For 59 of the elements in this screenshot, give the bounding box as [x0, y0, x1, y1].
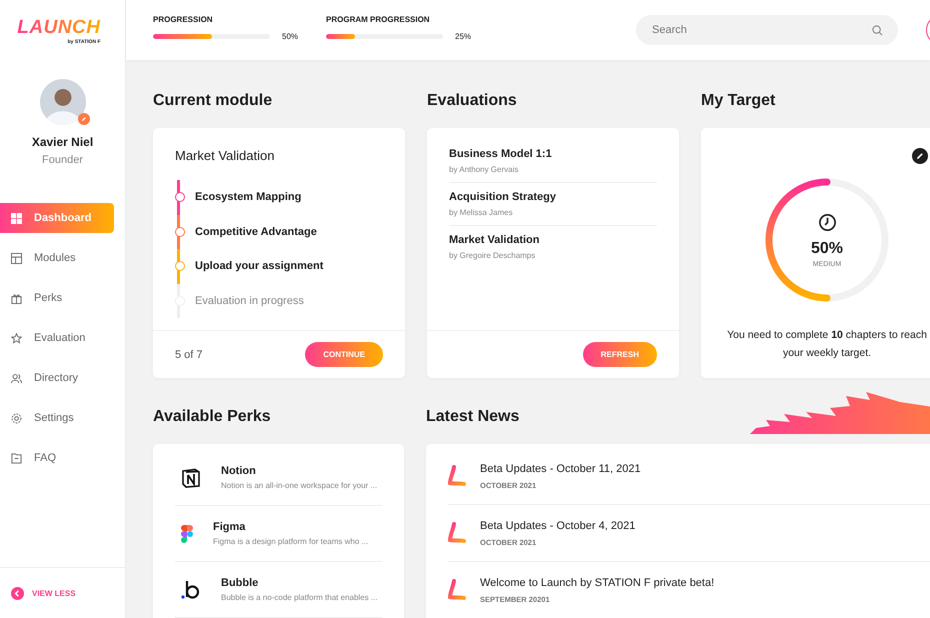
progress-label: PROGRAM PROGRESSION — [326, 15, 431, 24]
sidebar-item[interactable]: Perks — [0, 283, 114, 313]
sidebar-item[interactable]: Modules — [0, 243, 114, 273]
avatar — [40, 79, 86, 125]
progress-label: PROGRESSION — [153, 15, 214, 24]
module-title: Market Validation — [175, 148, 276, 163]
l-logo-icon — [448, 579, 466, 601]
progress-reading: 50% — [282, 32, 298, 41]
search-field[interactable]: Search — [636, 15, 898, 45]
people-icon — [11, 372, 22, 384]
evaluation-author: by Gregoire Deschamps — [449, 251, 536, 260]
step-label: Evaluation in progress — [195, 294, 304, 307]
perk-description: Notion is an all-in-one workspace for your ... — [221, 481, 378, 490]
pencil-badge-icon[interactable] — [78, 113, 90, 125]
search-icon — [872, 25, 883, 36]
evaluation-title[interactable]: Acquisition Strategy — [449, 191, 657, 203]
perk-description: Bubble is a no-code platform that enables ... — [221, 593, 378, 602]
sidebar-item[interactable]: FAQ — [0, 443, 114, 473]
target-description: You need to complete 10 chapters to reach your weekly target. — [726, 328, 928, 361]
grid-icon — [11, 212, 22, 224]
evaluation-title[interactable]: Market Validation — [449, 234, 657, 246]
section-title: My Target — [701, 91, 776, 111]
step-label: Competitive Advantage — [195, 226, 317, 238]
gear-icon — [11, 412, 22, 424]
progress-reading: 25% — [455, 32, 472, 41]
profile-name: Xavier Niel — [32, 135, 94, 149]
sidebar-item[interactable]: Directory — [0, 363, 114, 393]
view-less-link[interactable]: VIEW LESS — [11, 586, 76, 600]
clock-icon — [818, 212, 836, 232]
step-label: Upload your assignment — [195, 260, 324, 272]
perk-name[interactable]: Figma — [213, 521, 368, 533]
gift-icon — [11, 292, 22, 304]
layout-icon — [11, 252, 22, 264]
evaluation-title[interactable]: Business Model 1:1 — [449, 148, 657, 160]
pencil-icon[interactable] — [912, 148, 928, 164]
profile-role: Founder — [42, 154, 83, 166]
step-label: Ecosystem Mapping — [195, 191, 302, 204]
b-logo-icon — [181, 580, 201, 600]
news-title[interactable]: Beta Updates - October 11, 2021 — [480, 462, 641, 474]
l-logo-icon — [448, 522, 466, 544]
star-icon — [11, 332, 22, 344]
target-percentage: 50% — [810, 240, 844, 258]
cube-n-logo-icon — [181, 468, 201, 488]
section-title: Evaluations — [427, 91, 517, 111]
figma-logo-icon — [181, 524, 193, 542]
section-title: Latest News — [426, 407, 520, 427]
news-title[interactable]: Beta Updates - October 4, 2021 — [480, 520, 636, 532]
perk-name[interactable]: Notion — [221, 465, 378, 477]
news-title[interactable]: Welcome to Launch by STATION F private beta! — [480, 576, 714, 588]
evaluation-author: by Anthony Gervais — [449, 165, 520, 174]
perk-description: Figma is a design platform for teams who ... — [213, 537, 368, 546]
l-logo-icon — [448, 465, 466, 487]
perk-name[interactable]: Bubble — [221, 577, 378, 589]
sidebar-item[interactable]: Evaluation — [0, 323, 114, 353]
section-title: Available Perks — [153, 407, 271, 427]
evaluation-author: by Melissa James — [449, 208, 514, 217]
step-count: 5 of 7 — [175, 348, 203, 360]
sidebar-item[interactable]: Settings — [0, 403, 114, 433]
section-title: Current module — [153, 91, 272, 111]
